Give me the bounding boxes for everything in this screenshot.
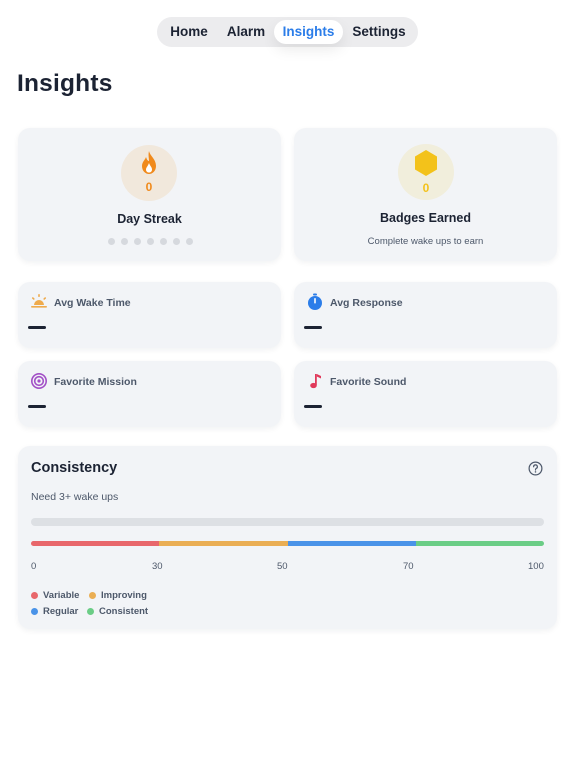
scale-segment-regular [287, 541, 416, 546]
badges-value: 0 [422, 181, 430, 195]
avg-response-value [304, 326, 322, 329]
favorite-mission-card: Favorite Mission [18, 361, 281, 427]
legend-dot [31, 592, 38, 599]
sunrise-icon [31, 294, 47, 308]
favorite-sound-card: Favorite Sound [294, 361, 557, 427]
favorite-sound-value [304, 405, 322, 408]
avg-wake-time-card: Avg Wake Time [18, 282, 281, 348]
badges-label: Badges Earned [379, 211, 471, 225]
scale-tick: 0 [31, 561, 37, 572]
day-streak-card: 0 Day Streak [18, 128, 281, 261]
scale-segment-variable [31, 541, 160, 546]
stopwatch-icon [308, 293, 322, 310]
tab-alarm[interactable]: Alarm [218, 20, 274, 44]
consistency-progress-track [31, 518, 544, 526]
consistency-subtitle: Need 3+ wake ups [31, 491, 119, 503]
streak-day-dot [108, 238, 115, 245]
scale-segment-improving [159, 541, 288, 546]
hexagon-icon [415, 150, 437, 176]
legend-item-variable: Variable [31, 590, 79, 601]
badges-badge: 0 [398, 144, 454, 200]
legend-dot [89, 592, 96, 599]
page-title: Insights [17, 70, 113, 97]
streak-dots [108, 238, 193, 245]
legend-label: Regular [43, 606, 79, 617]
help-icon[interactable] [528, 461, 543, 476]
badges-earned-card: 0 Badges Earned Complete wake ups to ear… [294, 128, 557, 261]
avg-wake-time-label: Avg Wake Time [54, 297, 131, 309]
legend-item-improving: Improving [89, 590, 147, 601]
legend-item-regular: Regular [31, 606, 78, 617]
legend-label: Consistent [99, 606, 149, 617]
streak-label: Day Streak [117, 212, 182, 226]
target-icon [31, 373, 47, 389]
streak-day-dot [173, 238, 180, 245]
legend-dot [31, 608, 38, 615]
streak-day-dot [186, 238, 193, 245]
legend-label: Improving [101, 590, 147, 601]
legend-label: Variable [43, 590, 80, 601]
streak-day-dot [147, 238, 154, 245]
streak-badge: 0 [121, 145, 177, 201]
consistency-scale [31, 541, 544, 546]
legend-dot [87, 608, 94, 615]
scale-segment-consistent [415, 541, 544, 546]
streak-day-dot [121, 238, 128, 245]
consistency-title: Consistency [31, 460, 118, 476]
favorite-mission-label: Favorite Mission [54, 376, 137, 388]
streak-value: 0 [145, 180, 153, 194]
tab-settings[interactable]: Settings [343, 20, 415, 44]
badges-subtitle: Complete wake ups to earn [367, 236, 484, 247]
streak-day-dot [134, 238, 141, 245]
avg-response-card: Avg Response [294, 282, 557, 348]
tab-home[interactable]: Home [160, 20, 218, 44]
avg-wake-time-value [28, 326, 46, 329]
scale-tick: 100 [528, 561, 544, 572]
avg-response-label: Avg Response [330, 297, 403, 309]
legend-item-consistent: Consistent [87, 606, 148, 617]
scale-tick: 70 [403, 561, 414, 572]
music-note-icon [310, 374, 321, 389]
favorite-mission-value [28, 405, 46, 408]
streak-day-dot [160, 238, 167, 245]
consistency-card: Consistency Need 3+ wake ups 0 30 50 70 … [18, 446, 557, 629]
scale-tick: 30 [152, 561, 163, 572]
scale-tick: 50 [277, 561, 288, 572]
tab-insights[interactable]: Insights [274, 20, 343, 44]
segmented-nav: Home Alarm Insights Settings [157, 17, 418, 47]
favorite-sound-label: Favorite Sound [330, 376, 407, 388]
flame-icon [142, 151, 156, 174]
